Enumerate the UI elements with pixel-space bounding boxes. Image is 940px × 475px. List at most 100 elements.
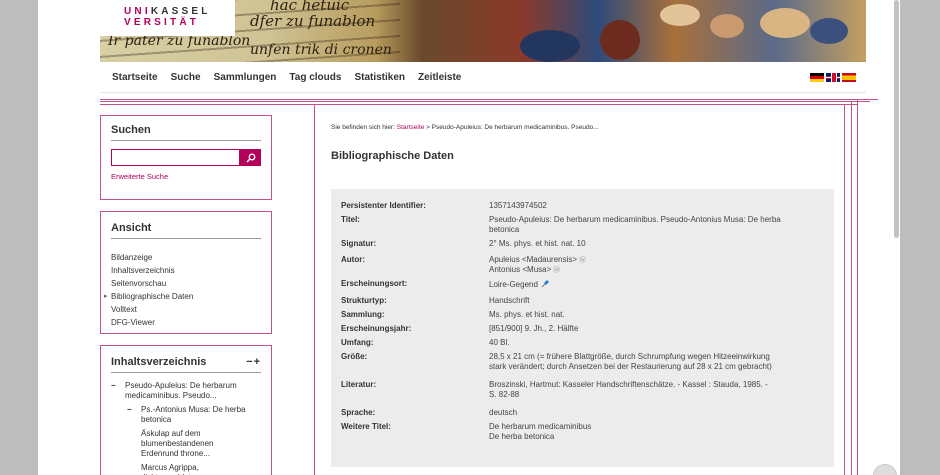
logo-line-2: VERSITÄT <box>124 17 200 28</box>
toc-collapse-icon[interactable]: − <box>111 381 116 391</box>
pin-icon[interactable] <box>538 280 550 289</box>
metadata-value-text: 2° Ms. phys. et hist. nat. 10 <box>489 239 586 248</box>
toc-item[interactable]: Marcus Agrippa,dichtvergoldet... <box>111 463 261 475</box>
nav-item[interactable]: Zeitleiste <box>418 72 461 83</box>
metadata-key: Weitere Titel: <box>341 422 391 431</box>
metadata-value-text: S. 82-88 <box>489 390 520 399</box>
view-item[interactable]: Inhaltsverzeichnis <box>111 264 261 277</box>
metadata-key: Signatur: <box>341 239 377 248</box>
metadata-row: Titel: Pseudo-Apuleius: De herbarum medic… <box>341 215 824 235</box>
banner-script-line: dfer zu funablon <box>250 12 376 30</box>
metadata-value-text: 28,5 x 21 cm (= frühere Blattgröße, durc… <box>489 352 770 361</box>
metadata-value-text: betonica <box>489 225 520 234</box>
toc-item-line: Äskulap auf dem <box>141 429 201 438</box>
metadata-value-line: 40 Bl. <box>489 338 509 348</box>
nav-item[interactable]: Startseite <box>112 72 158 83</box>
search-box: Suchen Erweiterte Suche <box>100 115 272 200</box>
scroll-top-button[interactable] <box>873 464 897 475</box>
metadata-key: Erscheinungsjahr: <box>341 324 412 333</box>
magnifier-icon <box>246 153 256 163</box>
main-content: Sie befinden sich hier: Startseite > Pse… <box>331 124 836 467</box>
banner-script-line: Ir pater zu funablon <box>108 33 251 49</box>
toc-item-line: Ps.-Antonius Musa: De herba <box>141 405 246 414</box>
banner-figure <box>660 4 700 26</box>
metadata-value: Ms. phys. et hist. nat. <box>489 310 565 320</box>
search-row <box>111 149 261 166</box>
breadcrumb-current: Pseudo-Apuleius: De herbarum medicaminib… <box>431 124 599 131</box>
view-item[interactable]: Bildanzeige <box>111 251 261 264</box>
banner-figure <box>600 20 640 60</box>
metadata-table: Persistenter Identifier: 1357143974502 Tit… <box>331 189 834 467</box>
metadata-value: 2° Ms. phys. et hist. nat. 10 <box>489 239 586 249</box>
metadata-value-text: 40 Bl. <box>489 338 510 347</box>
toc-item[interactable]: − Ps.-Antonius Musa: De herba betonica <box>111 405 261 425</box>
metadata-value: deutsch <box>489 408 517 418</box>
search-input[interactable] <box>111 149 241 166</box>
wikipedia-icon[interactable]: w <box>553 266 561 273</box>
scrollbar-thumb[interactable] <box>894 0 899 238</box>
metadata-row: Autor: Apuleius <Madaurensis> w Antonius <M… <box>341 255 824 275</box>
frame-line <box>100 99 878 100</box>
flag-de-icon[interactable] <box>810 73 824 82</box>
metadata-value-text: Handschrift <box>489 296 530 305</box>
flag-es-icon[interactable] <box>842 73 856 82</box>
metadata-value-line: betonica <box>489 225 781 235</box>
metadata-value-line: [851/900] 9. Jh., 2. Hälfte <box>489 324 578 334</box>
view-item[interactable]: DFG-Viewer <box>111 316 261 329</box>
wikipedia-icon[interactable]: w <box>579 256 587 263</box>
metadata-value: Pseudo-Apuleius: De herbarum medicaminib… <box>489 215 781 235</box>
nav-item[interactable]: Suche <box>171 72 201 83</box>
search-box-title: Suchen <box>111 124 261 141</box>
toc-item[interactable]: Äskulap auf dem blumenbestandenen Erdenrun… <box>111 429 261 459</box>
view-item[interactable]: Volltext <box>111 303 261 316</box>
metadata-row: Größe: 28,5 x 21 cm (= frühere Blattgröße… <box>341 352 824 372</box>
view-item[interactable]: Seitenvorschau <box>111 277 261 290</box>
logo-uni: UNI <box>124 6 151 17</box>
search-button[interactable] <box>240 149 261 166</box>
breadcrumb-home-link[interactable]: Startseite <box>397 124 424 131</box>
metadata-value: Handschrift <box>489 296 529 306</box>
toc-item-line: blumenbestandenen <box>141 439 214 448</box>
nav-item[interactable]: Statistiken <box>354 72 405 83</box>
metadata-value-text[interactable]: Antonius <Musa> <box>489 265 551 274</box>
banner-figure <box>520 30 580 62</box>
toc-list: − Pseudo-Apuleius: De herbarum medicaminib… <box>111 381 261 475</box>
metadata-value-line: Loire-Gegend <box>489 279 550 290</box>
metadata-row: Umfang: 40 Bl. <box>341 338 824 348</box>
page-scrollbar[interactable] <box>893 0 900 240</box>
metadata-key: Umfang: <box>341 338 374 347</box>
metadata-value: 28,5 x 21 cm (= frühere Blattgröße, durc… <box>489 352 772 372</box>
university-logo[interactable]: UNIKASSEL VERSITÄT <box>100 0 235 36</box>
breadcrumb-separator: > <box>426 124 430 131</box>
view-item[interactable]: Bibliographische Daten <box>104 290 261 303</box>
banner-figure <box>710 14 744 38</box>
metadata-row: Weitere Titel: De herbarum medicaminibus D… <box>341 422 824 442</box>
toc-item[interactable]: − Pseudo-Apuleius: De herbarum medicaminib… <box>111 381 261 401</box>
logo-line-1: UNIKASSEL <box>124 6 235 17</box>
metadata-value-text[interactable]: Apuleius <Madaurensis> <box>489 255 577 264</box>
metadata-key: Persistenter Identifier: <box>341 201 426 210</box>
banner-figure <box>810 18 848 44</box>
metadata-value-line: 1357143974502 <box>489 201 547 211</box>
metadata-value-line: Antonius <Musa> w <box>489 265 586 275</box>
view-box-title: Ansicht <box>111 222 261 239</box>
metadata-row: Sammlung: Ms. phys. et hist. nat. <box>341 310 824 320</box>
nav-item[interactable]: Sammlungen <box>214 72 277 83</box>
toc-box-header: Inhaltsverzeichnis −+ <box>111 356 261 373</box>
frame-line <box>314 104 315 475</box>
metadata-value: Broszinski, Hartmut: Kasseler Handschrif… <box>489 380 768 400</box>
toc-item-line: betonica <box>141 415 172 424</box>
toc-collapse-icon[interactable]: − <box>127 405 132 415</box>
metadata-value: 1357143974502 <box>489 201 547 211</box>
metadata-value-line: Pseudo-Apuleius: De herbarum medicaminib… <box>489 215 781 225</box>
frame-line <box>851 101 852 475</box>
flag-en-icon[interactable] <box>826 73 840 82</box>
metadata-value-line: Handschrift <box>489 296 529 306</box>
toc-toggle-button[interactable]: −+ <box>246 356 261 368</box>
frame-line <box>857 99 858 475</box>
main-nav: Startseite Suche Sammlungen Tag clouds Stati… <box>100 62 866 93</box>
metadata-value-text: stark verändert; durch Ansetzen bei der … <box>489 362 772 371</box>
frame-line <box>100 101 870 102</box>
advanced-search-link[interactable]: Erweiterte Suche <box>111 172 261 181</box>
nav-item[interactable]: Tag clouds <box>289 72 341 83</box>
